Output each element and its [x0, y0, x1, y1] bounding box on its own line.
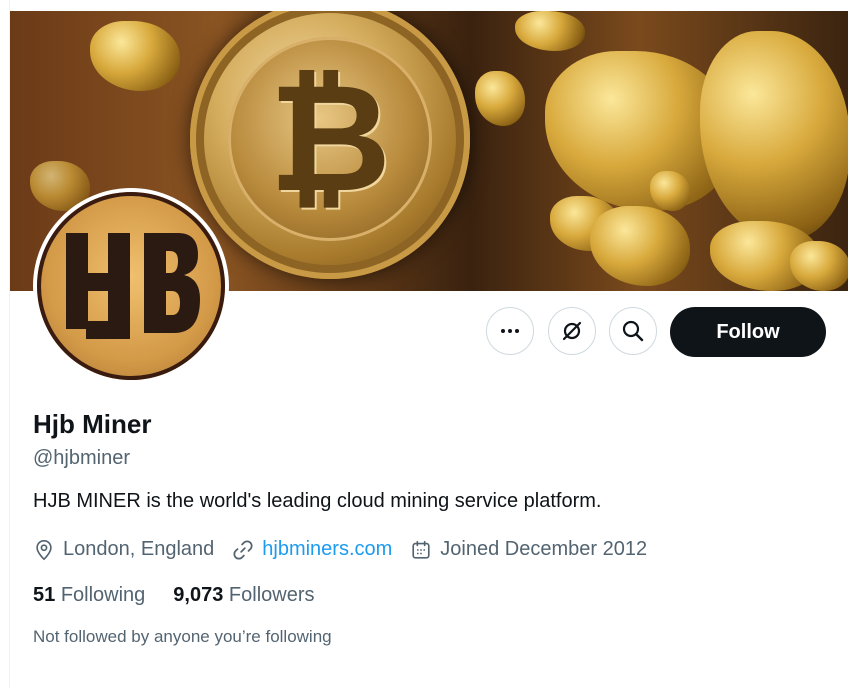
profile-name: Hjb Miner [33, 409, 152, 439]
profile-meta: London, England hjbminers.com Joined Dec… [33, 538, 665, 561]
followers-count: 9,073 [173, 584, 224, 606]
joined-text: Joined December 2012 [440, 538, 648, 560]
following-count: 51 [33, 584, 56, 606]
follow-button[interactable]: Follow [670, 307, 826, 357]
location-item: London, England [33, 538, 214, 561]
website-link[interactable]: hjbminers.com [262, 538, 392, 561]
following-stat[interactable]: 51 Following [33, 584, 145, 607]
profile-avatar[interactable] [33, 188, 229, 384]
hjb-logo-icon [66, 233, 200, 339]
profile-handle: @hjbminer [33, 447, 131, 469]
bitcoin-coin-image: ₿ [190, 11, 470, 279]
search-profile-button[interactable] [609, 307, 657, 355]
search-icon [622, 320, 644, 342]
gold-nugget [590, 206, 690, 286]
not-followed-note: Not followed by anyone you’re following [33, 627, 332, 646]
following-label: Following [60, 584, 146, 606]
more-horizontal-icon [501, 329, 519, 333]
followers-stat[interactable]: 9,073 Followers [173, 584, 314, 607]
location-pin-icon [36, 539, 52, 560]
follow-stats: 51 Following 9,073 Followers [33, 584, 343, 607]
more-options-button[interactable] [486, 307, 534, 355]
gold-nugget [90, 21, 180, 91]
profile-bio: HJB MINER is the world's leading cloud m… [33, 490, 602, 512]
bitcoin-symbol-icon: ₿ [268, 52, 392, 226]
joined-item: Joined December 2012 [410, 538, 647, 561]
gold-nugget [700, 31, 848, 241]
grok-button[interactable] [548, 307, 596, 355]
link-icon [233, 539, 253, 560]
hjb-logo [37, 192, 225, 380]
calendar-icon [412, 540, 430, 559]
location-text: London, England [63, 538, 215, 560]
gold-nugget [515, 11, 585, 51]
grok-icon [562, 321, 582, 341]
website-item[interactable]: hjbminers.com [232, 538, 392, 561]
followers-label: Followers [228, 584, 315, 606]
gold-nugget [475, 71, 525, 126]
